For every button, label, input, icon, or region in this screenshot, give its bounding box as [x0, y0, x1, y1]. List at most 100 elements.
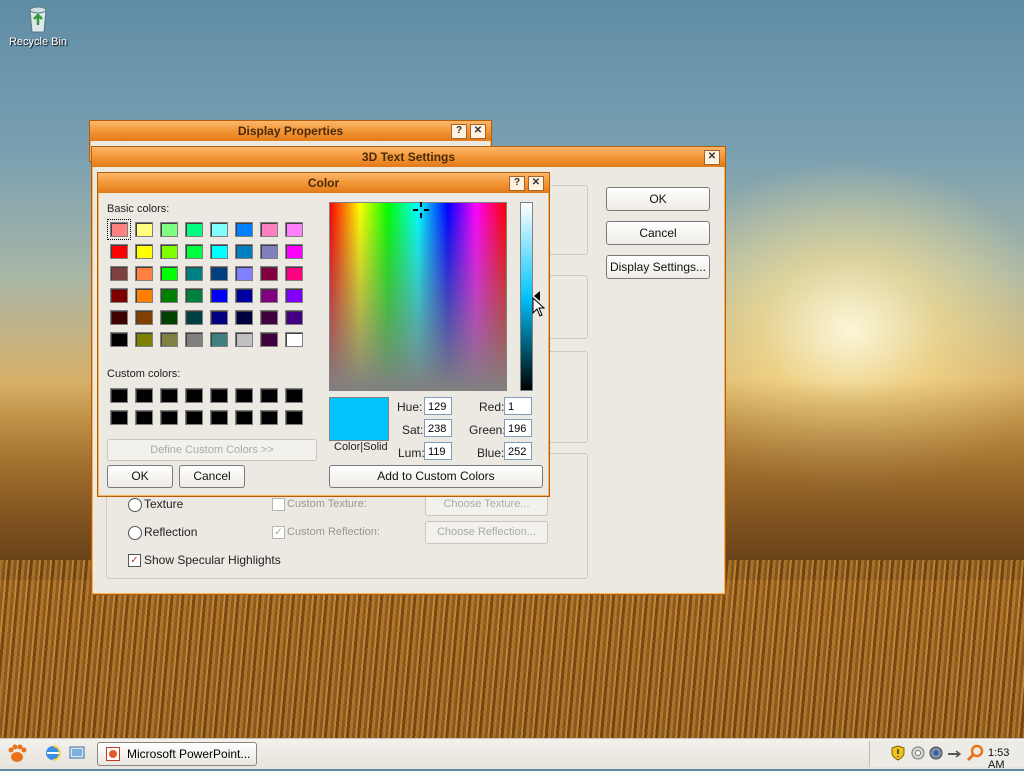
basic-color-swatch[interactable] [285, 332, 303, 347]
close-button[interactable]: ✕ [470, 124, 486, 139]
basic-color-swatch[interactable] [260, 288, 278, 303]
basic-color-swatch[interactable] [110, 244, 128, 259]
add-to-custom-colors-button[interactable]: Add to Custom Colors [329, 465, 543, 488]
basic-color-swatch[interactable] [110, 266, 128, 281]
basic-color-swatch[interactable] [210, 288, 228, 303]
color-dialog-titlebar[interactable]: Color ? ✕ [98, 173, 549, 193]
custom-color-swatch[interactable] [285, 388, 303, 403]
custom-color-swatch[interactable] [185, 410, 203, 425]
custom-color-swatch[interactable] [260, 388, 278, 403]
basic-color-swatch[interactable] [235, 288, 253, 303]
custom-color-swatch[interactable] [135, 388, 153, 403]
custom-color-swatch[interactable] [210, 410, 228, 425]
basic-color-swatch[interactable] [135, 288, 153, 303]
browser-quicklaunch-icon[interactable] [44, 744, 62, 762]
close-button[interactable]: ✕ [704, 150, 720, 165]
basic-color-swatch[interactable] [185, 310, 203, 325]
basic-color-swatch[interactable] [160, 244, 178, 259]
basic-color-swatch[interactable] [285, 310, 303, 325]
custom-color-swatch[interactable] [110, 410, 128, 425]
custom-texture-checkbox[interactable] [272, 498, 285, 511]
desktop-quicklaunch-icon[interactable] [68, 744, 86, 762]
basic-color-swatch[interactable] [260, 310, 278, 325]
basic-color-swatch[interactable] [235, 332, 253, 347]
basic-color-swatch[interactable] [235, 244, 253, 259]
basic-color-swatch[interactable] [235, 222, 253, 237]
basic-color-swatch[interactable] [185, 288, 203, 303]
basic-color-swatch[interactable] [285, 222, 303, 237]
basic-color-swatch[interactable] [160, 310, 178, 325]
custom-color-swatch[interactable] [135, 410, 153, 425]
basic-color-swatch[interactable] [285, 288, 303, 303]
custom-color-swatch[interactable] [210, 388, 228, 403]
network-icon[interactable] [928, 745, 944, 761]
blue-input[interactable]: 252 [504, 442, 532, 460]
custom-color-swatch[interactable] [110, 388, 128, 403]
custom-color-swatch[interactable] [235, 388, 253, 403]
basic-color-swatch[interactable] [210, 244, 228, 259]
basic-color-swatch[interactable] [235, 266, 253, 281]
ok-button[interactable]: OK [606, 187, 710, 211]
basic-color-swatch[interactable] [285, 244, 303, 259]
basic-color-swatch[interactable] [110, 332, 128, 347]
custom-color-swatch[interactable] [260, 410, 278, 425]
custom-reflection-checkbox[interactable]: ✓ [272, 526, 285, 539]
basic-color-swatch[interactable] [110, 310, 128, 325]
basic-color-swatch[interactable] [260, 222, 278, 237]
basic-color-swatch[interactable] [210, 222, 228, 237]
search-icon[interactable] [966, 744, 984, 762]
sat-input[interactable]: 238 [424, 419, 452, 437]
start-button[interactable] [6, 742, 28, 764]
basic-color-swatch[interactable] [185, 222, 203, 237]
basic-color-swatch[interactable] [260, 266, 278, 281]
basic-color-swatch[interactable] [210, 332, 228, 347]
basic-color-swatch[interactable] [135, 332, 153, 347]
color-spectrum[interactable] [329, 202, 507, 391]
basic-color-swatch[interactable] [210, 310, 228, 325]
texture-radio[interactable] [128, 498, 142, 512]
custom-color-swatch[interactable] [160, 388, 178, 403]
basic-color-swatch[interactable] [107, 219, 131, 240]
basic-color-swatch[interactable] [160, 222, 178, 237]
basic-color-swatch[interactable] [260, 332, 278, 347]
basic-color-swatch[interactable] [110, 288, 128, 303]
basic-color-swatch[interactable] [135, 222, 153, 237]
basic-color-swatch[interactable] [185, 244, 203, 259]
basic-color-swatch[interactable] [135, 310, 153, 325]
define-custom-colors-button[interactable]: Define Custom Colors >> [107, 439, 317, 461]
shield-icon[interactable] [890, 745, 906, 761]
display-settings-button[interactable]: Display Settings... [606, 255, 710, 279]
custom-color-swatch[interactable] [185, 388, 203, 403]
ok-button[interactable]: OK [107, 465, 173, 488]
basic-color-swatch[interactable] [160, 288, 178, 303]
choose-reflection-button[interactable]: Choose Reflection... [425, 521, 548, 544]
help-button[interactable]: ? [451, 124, 467, 139]
help-button[interactable]: ? [509, 176, 525, 191]
color-solid-preview[interactable] [329, 397, 389, 441]
green-input[interactable]: 196 [504, 419, 532, 437]
basic-color-swatch[interactable] [160, 332, 178, 347]
basic-color-swatch[interactable] [185, 266, 203, 281]
specular-highlights-checkbox[interactable]: ✓ [128, 554, 141, 567]
basic-color-swatch[interactable] [135, 266, 153, 281]
basic-color-swatch[interactable] [285, 266, 303, 281]
basic-color-swatch[interactable] [160, 266, 178, 281]
red-input[interactable]: 1 [504, 397, 532, 415]
custom-color-swatch[interactable] [235, 410, 253, 425]
custom-color-swatch[interactable] [285, 410, 303, 425]
custom-color-swatch[interactable] [160, 410, 178, 425]
reflection-radio[interactable] [128, 526, 142, 540]
close-button[interactable]: ✕ [528, 176, 544, 191]
basic-color-swatch[interactable] [210, 266, 228, 281]
basic-color-swatch[interactable] [185, 332, 203, 347]
lum-input[interactable]: 119 [424, 442, 452, 460]
basic-color-swatch[interactable] [260, 244, 278, 259]
gear-icon[interactable] [910, 745, 926, 761]
hue-input[interactable]: 129 [424, 397, 452, 415]
display-properties-titlebar[interactable]: Display Properties ? ✕ [90, 121, 491, 141]
cancel-button[interactable]: Cancel [179, 465, 245, 488]
connection-icon[interactable] [946, 745, 962, 761]
cancel-button[interactable]: Cancel [606, 221, 710, 245]
recycle-bin-desktop-icon[interactable]: Recycle Bin [6, 2, 70, 48]
basic-color-swatch[interactable] [235, 310, 253, 325]
